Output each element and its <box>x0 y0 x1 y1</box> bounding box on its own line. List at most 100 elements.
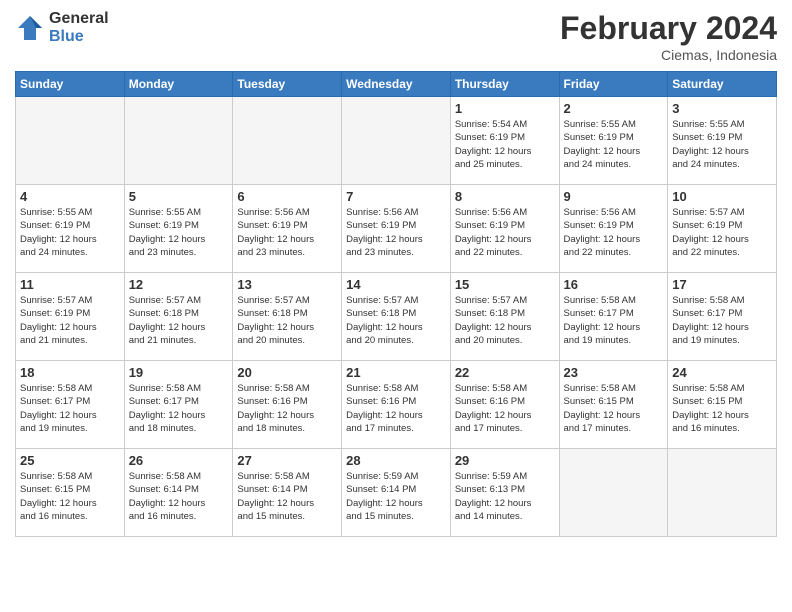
day-number: 3 <box>672 101 772 116</box>
calendar-cell: 16 Sunrise: 5:58 AM Sunset: 6:17 PM Dayli… <box>559 273 668 361</box>
calendar-cell: 23 Sunrise: 5:58 AM Sunset: 6:15 PM Dayli… <box>559 361 668 449</box>
day-info: Sunrise: 5:56 AM Sunset: 6:19 PM Dayligh… <box>564 206 664 259</box>
col-header-thursday: Thursday <box>450 72 559 97</box>
calendar-cell: 13 Sunrise: 5:57 AM Sunset: 6:18 PM Dayli… <box>233 273 342 361</box>
calendar-cell: 28 Sunrise: 5:59 AM Sunset: 6:14 PM Dayli… <box>342 449 451 537</box>
calendar-cell: 14Sunrise: 5:57 AM Sunset: 6:18 PM Dayli… <box>342 273 451 361</box>
calendar-cell: 26 Sunrise: 5:58 AM Sunset: 6:14 PM Dayli… <box>124 449 233 537</box>
logo-icon <box>15 13 45 43</box>
title-block: February 2024 Ciemas, Indonesia <box>560 10 777 63</box>
day-info: Sunrise: 5:58 AM Sunset: 6:14 PM Dayligh… <box>129 470 229 523</box>
calendar-cell <box>668 449 777 537</box>
col-header-tuesday: Tuesday <box>233 72 342 97</box>
calendar-cell <box>559 449 668 537</box>
day-info: Sunrise: 5:59 AM Sunset: 6:13 PM Dayligh… <box>455 470 555 523</box>
calendar-cell: 9 Sunrise: 5:56 AM Sunset: 6:19 PM Daylig… <box>559 185 668 273</box>
day-info: Sunrise: 5:58 AM Sunset: 6:16 PM Dayligh… <box>455 382 555 435</box>
col-header-monday: Monday <box>124 72 233 97</box>
day-info: Sunrise: 5:58 AM Sunset: 6:17 PM Dayligh… <box>20 382 120 435</box>
calendar-cell: 24 Sunrise: 5:58 AM Sunset: 6:15 PM Dayli… <box>668 361 777 449</box>
day-number: 8 <box>455 189 555 204</box>
day-info: Sunrise: 5:56 AM Sunset: 6:19 PM Dayligh… <box>346 206 446 259</box>
day-number: 27 <box>237 453 337 468</box>
calendar-cell: 1 Sunrise: 5:54 AM Sunset: 6:19 PM Daylig… <box>450 97 559 185</box>
day-info: Sunrise: 5:55 AM Sunset: 6:19 PM Dayligh… <box>672 118 772 171</box>
location: Ciemas, Indonesia <box>560 47 777 63</box>
calendar-cell: 18 Sunrise: 5:58 AM Sunset: 6:17 PM Dayli… <box>16 361 125 449</box>
day-info: Sunrise: 5:55 AM Sunset: 6:19 PM Dayligh… <box>129 206 229 259</box>
day-info: Sunrise: 5:58 AM Sunset: 6:15 PM Dayligh… <box>20 470 120 523</box>
day-number: 13 <box>237 277 337 292</box>
day-info: Sunrise: 5:57 AM Sunset: 6:18 PM Dayligh… <box>237 294 337 347</box>
day-info: Sunrise: 5:58 AM Sunset: 6:15 PM Dayligh… <box>564 382 664 435</box>
calendar-cell: 29 Sunrise: 5:59 AM Sunset: 6:13 PM Dayli… <box>450 449 559 537</box>
calendar-cell: 4 Sunrise: 5:55 AM Sunset: 6:19 PM Daylig… <box>16 185 125 273</box>
day-number: 25 <box>20 453 120 468</box>
day-number: 28 <box>346 453 446 468</box>
col-header-saturday: Saturday <box>668 72 777 97</box>
calendar-cell: 15 Sunrise: 5:57 AM Sunset: 6:18 PM Dayli… <box>450 273 559 361</box>
day-info: Sunrise: 5:55 AM Sunset: 6:19 PM Dayligh… <box>20 206 120 259</box>
day-info: Sunrise: 5:57 AM Sunset: 6:18 PM Dayligh… <box>346 294 446 347</box>
calendar-table: SundayMondayTuesdayWednesdayThursdayFrid… <box>15 71 777 537</box>
calendar-cell: 2 Sunrise: 5:55 AM Sunset: 6:19 PM Daylig… <box>559 97 668 185</box>
day-number: 11 <box>20 277 120 292</box>
day-info: Sunrise: 5:55 AM Sunset: 6:19 PM Dayligh… <box>564 118 664 171</box>
calendar-cell: 17 Sunrise: 5:58 AM Sunset: 6:17 PM Dayli… <box>668 273 777 361</box>
day-info: Sunrise: 5:59 AM Sunset: 6:14 PM Dayligh… <box>346 470 446 523</box>
day-number: 4 <box>20 189 120 204</box>
day-info: Sunrise: 5:58 AM Sunset: 6:17 PM Dayligh… <box>129 382 229 435</box>
calendar-cell <box>16 97 125 185</box>
day-info: Sunrise: 5:58 AM Sunset: 6:17 PM Dayligh… <box>672 294 772 347</box>
day-number: 15 <box>455 277 555 292</box>
col-header-sunday: Sunday <box>16 72 125 97</box>
day-number: 1 <box>455 101 555 116</box>
day-number: 18 <box>20 365 120 380</box>
calendar-cell: 21 Sunrise: 5:58 AM Sunset: 6:16 PM Dayli… <box>342 361 451 449</box>
day-info: Sunrise: 5:54 AM Sunset: 6:19 PM Dayligh… <box>455 118 555 171</box>
day-number: 19 <box>129 365 229 380</box>
calendar-cell <box>124 97 233 185</box>
day-info: Sunrise: 5:58 AM Sunset: 6:17 PM Dayligh… <box>564 294 664 347</box>
day-number: 5 <box>129 189 229 204</box>
col-header-wednesday: Wednesday <box>342 72 451 97</box>
calendar-cell: 19 Sunrise: 5:58 AM Sunset: 6:17 PM Dayli… <box>124 361 233 449</box>
logo-text: General Blue <box>49 10 109 45</box>
day-number: 10 <box>672 189 772 204</box>
logo: General Blue <box>15 10 109 45</box>
day-info: Sunrise: 5:56 AM Sunset: 6:19 PM Dayligh… <box>455 206 555 259</box>
calendar-cell: 5 Sunrise: 5:55 AM Sunset: 6:19 PM Daylig… <box>124 185 233 273</box>
day-info: Sunrise: 5:58 AM Sunset: 6:16 PM Dayligh… <box>346 382 446 435</box>
day-number: 7 <box>346 189 446 204</box>
day-number: 26 <box>129 453 229 468</box>
day-info: Sunrise: 5:57 AM Sunset: 6:18 PM Dayligh… <box>129 294 229 347</box>
day-number: 23 <box>564 365 664 380</box>
day-number: 29 <box>455 453 555 468</box>
calendar-cell: 11 Sunrise: 5:57 AM Sunset: 6:19 PM Dayli… <box>16 273 125 361</box>
calendar-cell: 10Sunrise: 5:57 AM Sunset: 6:19 PM Dayli… <box>668 185 777 273</box>
day-info: Sunrise: 5:57 AM Sunset: 6:18 PM Dayligh… <box>455 294 555 347</box>
calendar-cell: 12 Sunrise: 5:57 AM Sunset: 6:18 PM Dayli… <box>124 273 233 361</box>
calendar-cell: 6Sunrise: 5:56 AM Sunset: 6:19 PM Daylig… <box>233 185 342 273</box>
day-number: 9 <box>564 189 664 204</box>
logo-blue: Blue <box>49 28 109 46</box>
day-number: 6 <box>237 189 337 204</box>
day-number: 24 <box>672 365 772 380</box>
calendar-cell: 8 Sunrise: 5:56 AM Sunset: 6:19 PM Daylig… <box>450 185 559 273</box>
calendar-cell: 27Sunrise: 5:58 AM Sunset: 6:14 PM Dayli… <box>233 449 342 537</box>
calendar-cell: 7 Sunrise: 5:56 AM Sunset: 6:19 PM Daylig… <box>342 185 451 273</box>
calendar-cell <box>342 97 451 185</box>
logo-general: General <box>49 10 109 28</box>
day-number: 12 <box>129 277 229 292</box>
day-number: 17 <box>672 277 772 292</box>
calendar-cell <box>233 97 342 185</box>
day-number: 21 <box>346 365 446 380</box>
calendar-cell: 20Sunrise: 5:58 AM Sunset: 6:16 PM Dayli… <box>233 361 342 449</box>
day-info: Sunrise: 5:58 AM Sunset: 6:16 PM Dayligh… <box>237 382 337 435</box>
day-info: Sunrise: 5:58 AM Sunset: 6:15 PM Dayligh… <box>672 382 772 435</box>
day-info: Sunrise: 5:57 AM Sunset: 6:19 PM Dayligh… <box>20 294 120 347</box>
day-number: 2 <box>564 101 664 116</box>
calendar-cell: 3 Sunrise: 5:55 AM Sunset: 6:19 PM Daylig… <box>668 97 777 185</box>
day-number: 16 <box>564 277 664 292</box>
calendar-cell: 25 Sunrise: 5:58 AM Sunset: 6:15 PM Dayli… <box>16 449 125 537</box>
